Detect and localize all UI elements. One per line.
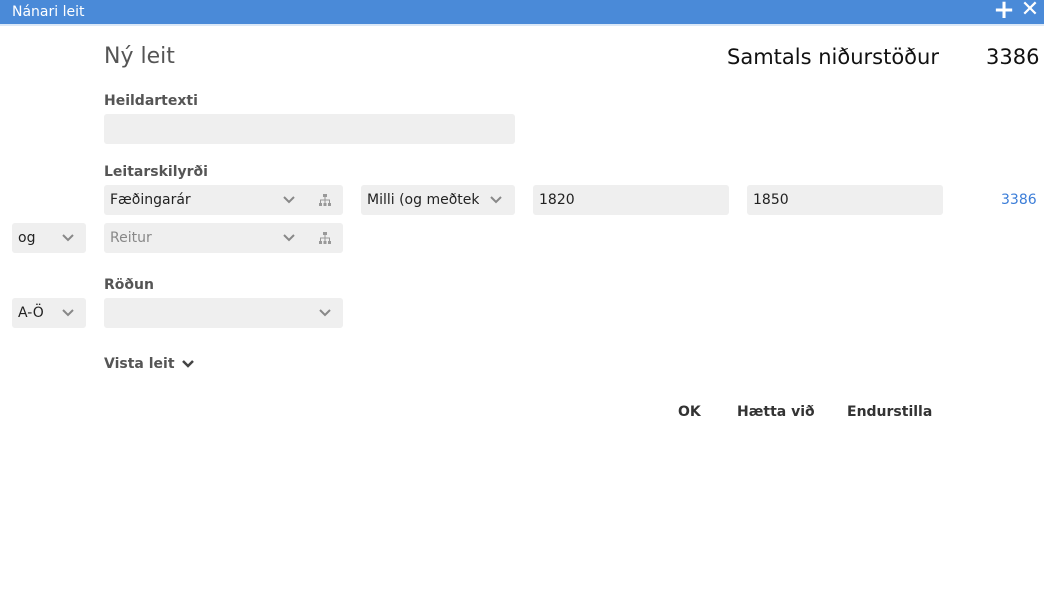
plus-icon[interactable]: + — [992, 0, 1016, 23]
sort-field-select[interactable] — [104, 298, 343, 328]
chevron-down-icon — [490, 196, 502, 204]
criteria-connector-value: og — [18, 230, 36, 246]
chevron-down-icon — [319, 309, 331, 317]
save-search-label: Vista leit — [104, 356, 175, 372]
close-icon[interactable]: ✕ — [1018, 0, 1042, 22]
full-text-input[interactable] — [104, 114, 515, 144]
criteria-connector-select[interactable]: og — [12, 223, 86, 253]
chevron-down-icon — [283, 234, 295, 242]
full-text-label: Heildartexti — [104, 93, 198, 109]
hierarchy-icon[interactable] — [318, 231, 332, 245]
window-titlebar: Nánari leit + ✕ — [0, 0, 1044, 26]
reset-button[interactable]: Endurstilla — [847, 403, 932, 421]
page-title: Ný leit — [104, 44, 175, 69]
sort-order-value: A-Ö — [18, 305, 44, 321]
criteria-field-select-2[interactable]: Reitur — [104, 223, 343, 253]
criteria-value-to-input[interactable] — [747, 185, 943, 215]
cancel-button[interactable]: Hætta við — [737, 403, 815, 421]
total-results-label: Samtals niðurstöður — [727, 45, 939, 69]
criteria-label: Leitarskilyrði — [104, 164, 208, 180]
ok-button[interactable]: OK — [678, 403, 701, 421]
criteria-result-count-link[interactable]: 3386 — [1001, 191, 1037, 209]
chevron-down-icon — [182, 360, 195, 368]
criteria-value-from-input[interactable] — [533, 185, 729, 215]
criteria-operator-select[interactable]: Milli (og meðtek — [361, 185, 515, 215]
hierarchy-icon[interactable] — [318, 193, 332, 207]
criteria-field-select[interactable]: Fæðingarár — [104, 185, 343, 215]
total-results-value: 3386 — [986, 45, 1040, 69]
sorting-label: Röðun — [104, 277, 154, 293]
criteria-field-placeholder: Reitur — [110, 230, 152, 246]
window-title: Nánari leit — [12, 4, 85, 20]
chevron-down-icon — [62, 234, 74, 242]
criteria-operator-value: Milli (og meðtek — [367, 192, 479, 208]
chevron-down-icon — [62, 309, 74, 317]
criteria-field-value: Fæðingarár — [110, 192, 191, 208]
sort-order-select[interactable]: A-Ö — [12, 298, 86, 328]
save-search-toggle[interactable]: Vista leit — [104, 355, 195, 373]
chevron-down-icon — [283, 196, 295, 204]
